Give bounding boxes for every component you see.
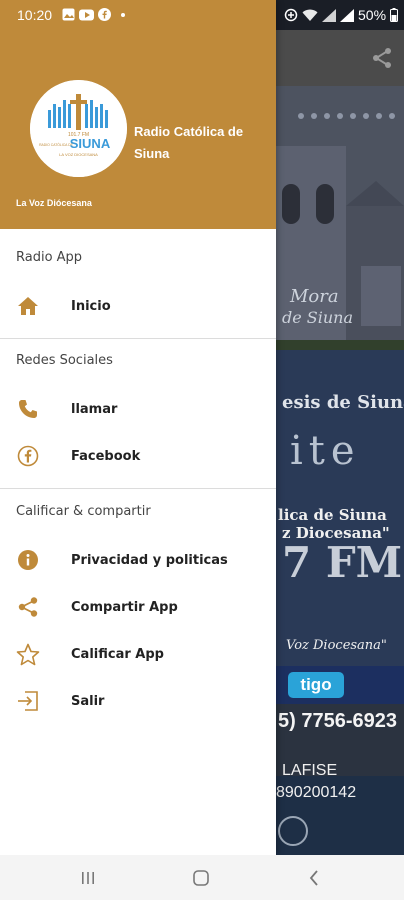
back-button[interactable] — [294, 865, 334, 891]
tigo-banner: tigo — [276, 666, 404, 704]
station-logo: 101.7 FM RADIO CATÓLICA DE SIUNA LA VOZ … — [30, 80, 127, 177]
home-nav-icon — [193, 870, 209, 886]
menu-label-facebook: Facebook — [71, 448, 141, 464]
menu-item-compartir[interactable]: Compartir App — [0, 584, 276, 630]
menu-item-salir[interactable]: Salir — [0, 678, 276, 724]
background-poster: Mora de Siuna esis de Siuna ite lica de … — [276, 86, 404, 855]
poster-text-5: lica de Siuna — [278, 506, 387, 524]
screen: Mora de Siuna esis de Siuna ite lica de … — [0, 0, 404, 900]
menu-label-salir: Salir — [71, 693, 105, 709]
phone-circle-icon — [278, 816, 308, 846]
menu-item-inicio[interactable]: Inicio — [0, 283, 276, 329]
header-tagline: La Voz Diócesana — [16, 198, 92, 208]
section-title-redes-sociales: Redes Sociales — [16, 353, 113, 368]
share-icon — [16, 595, 40, 619]
menu-label-calificar: Calificar App — [71, 646, 164, 662]
wifi-icon — [302, 9, 318, 21]
youtube-icon — [79, 9, 94, 20]
gallery-icon — [62, 8, 75, 21]
tigo-badge: tigo — [288, 672, 344, 698]
drawer-header: 101.7 FM RADIO CATÓLICA DE SIUNA LA VOZ … — [0, 0, 276, 229]
system-nav-bar — [0, 855, 404, 900]
menu-label-privacidad: Privacidad y politicas — [71, 552, 228, 568]
poster-text-2: de Siuna — [282, 308, 354, 327]
cathedral-image — [276, 86, 404, 346]
navigation-drawer: 101.7 FM RADIO CATÓLICA DE SIUNA LA VOZ … — [0, 0, 276, 855]
divider — [0, 488, 276, 489]
info-icon — [16, 548, 40, 572]
system-icons: 50% — [284, 7, 399, 23]
recent-apps-button[interactable] — [68, 865, 108, 891]
menu-label-inicio: Inicio — [71, 298, 111, 314]
menu-item-calificar[interactable]: Calificar App — [0, 631, 276, 677]
station-name: Radio Católica de Siuna — [134, 124, 244, 161]
signal-icon-2 — [340, 8, 354, 22]
divider — [0, 338, 276, 339]
poster-text-7: 7 FM — [282, 538, 403, 587]
poster-text-1: Mora — [290, 286, 339, 307]
dot-icon — [121, 12, 125, 17]
menu-item-privacidad[interactable]: Privacidad y politicas — [0, 537, 276, 583]
menu-label-llamar: llamar — [71, 401, 118, 417]
menu-label-compartir: Compartir App — [71, 599, 178, 615]
battery-icon — [390, 8, 399, 22]
phone-icon — [16, 397, 40, 421]
home-icon — [16, 294, 40, 318]
status-bar: 10:20 50% — [0, 0, 404, 32]
exit-icon — [16, 689, 40, 713]
data-saver-icon — [284, 8, 298, 22]
facebook-icon — [16, 444, 40, 468]
poster-account: 890200142 — [276, 784, 357, 801]
green-strip — [276, 340, 404, 350]
section-title-calificar-compartir: Calificar & compartir — [16, 504, 151, 519]
menu-item-llamar[interactable]: llamar — [0, 386, 276, 432]
status-time: 10:20 — [17, 7, 53, 23]
logo-top-text: RADIO CATÓLICA DE — [39, 142, 74, 147]
poster-text-8: Voz Diocesana" — [286, 638, 387, 653]
poster-bank: LAFISE — [282, 762, 338, 779]
recent-apps-icon — [82, 872, 94, 884]
share-icon[interactable] — [370, 46, 394, 70]
logo-main-text: SIUNA — [70, 136, 111, 151]
star-icon — [16, 642, 40, 666]
poster-text-4: ite — [290, 428, 361, 474]
poster-phone: 5) 7756-6923 — [278, 710, 397, 732]
menu-item-facebook[interactable]: Facebook — [0, 433, 276, 479]
notification-icons — [62, 8, 125, 21]
back-icon — [309, 870, 318, 886]
home-button[interactable] — [181, 865, 221, 891]
signal-icon-1 — [322, 8, 336, 22]
battery-level: 50% — [358, 7, 387, 23]
section-title-radio-app: Radio App — [16, 250, 83, 265]
facebook-status-icon — [98, 8, 111, 21]
logo-bottom-text: LA VOZ DIOCESANA — [59, 152, 98, 157]
poster-text-3: esis de Siuna — [282, 392, 404, 413]
